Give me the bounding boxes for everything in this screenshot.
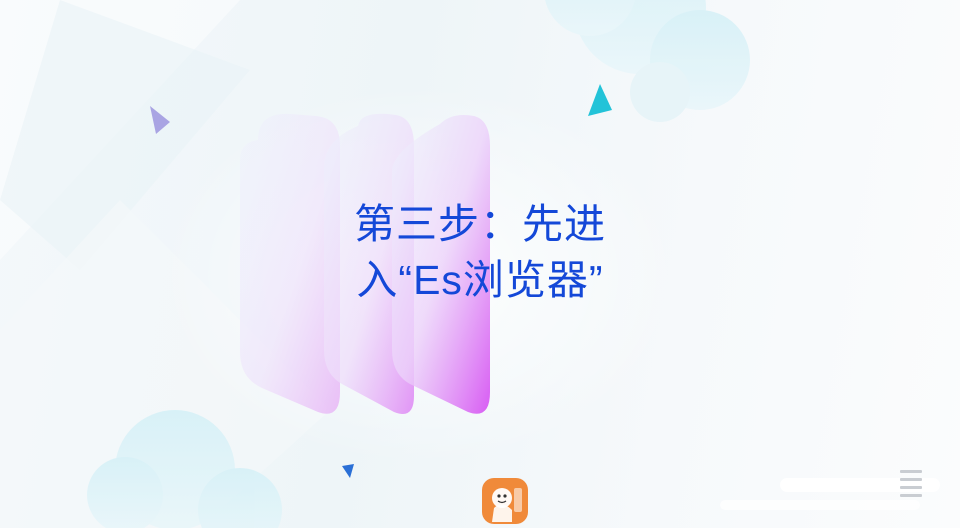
triangle-blue [342,464,354,478]
menu-lines-icon [900,470,922,502]
title-line-1: 第三步：先进 [354,201,606,247]
triangle-teal [588,84,612,116]
slide-title: 第三步：先进 入“Es浏览器” [270,196,690,308]
cloud-top [545,0,750,122]
title-line-2: 入“Es浏览器” [356,257,604,303]
app-logo-icon [482,478,528,524]
slide-canvas: 第三步：先进 入“Es浏览器” [0,0,960,528]
